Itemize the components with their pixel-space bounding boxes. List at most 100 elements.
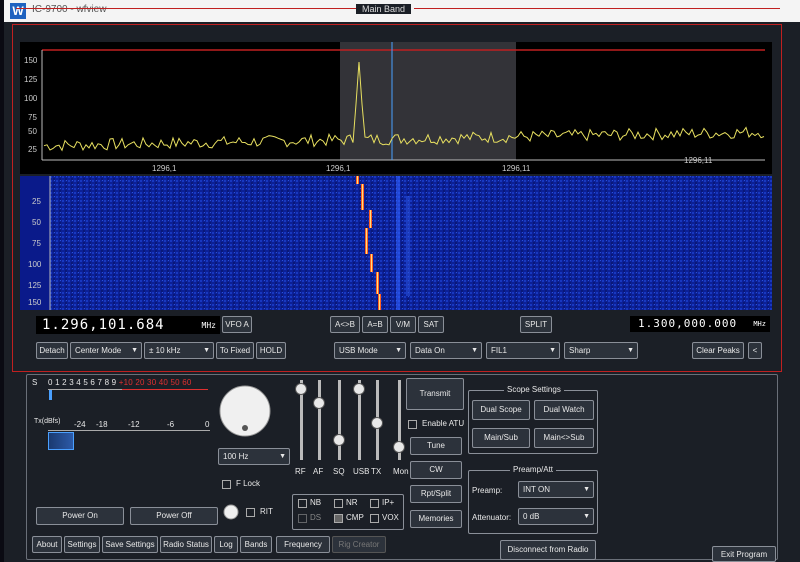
dual-watch-button[interactable]: Dual Watch: [534, 400, 594, 420]
center-mode-select[interactable]: Center Mode ▼: [70, 342, 142, 359]
rit-checkbox[interactable]: [246, 508, 255, 517]
slider-af[interactable]: [313, 397, 325, 409]
nb-checkbox[interactable]: [298, 499, 307, 508]
exit-program-button[interactable]: Exit Program: [712, 546, 776, 562]
tuning-step-select[interactable]: 100 Hz ▼: [218, 448, 290, 465]
y-tick: 75: [28, 113, 37, 122]
span-select[interactable]: ± 10 kHz ▼: [144, 342, 214, 359]
dual-scope-button[interactable]: Dual Scope: [472, 400, 530, 420]
window-title: IC-9700 - wfview: [32, 4, 107, 15]
vfo-memory-button[interactable]: V/M: [390, 316, 416, 333]
rpt-split-button[interactable]: Rpt/Split: [410, 485, 462, 503]
signal-core: [371, 254, 372, 272]
hold-button[interactable]: HOLD: [256, 342, 286, 359]
bands-button[interactable]: Bands: [240, 536, 272, 553]
log-button[interactable]: Log: [214, 536, 238, 553]
wf-y-tick: 150: [28, 298, 42, 307]
about-button[interactable]: About: [32, 536, 62, 553]
data-mode-select[interactable]: Data On ▼: [410, 342, 482, 359]
clear-peaks-button[interactable]: Clear Peaks: [692, 342, 744, 359]
nr-checkbox[interactable]: [334, 499, 343, 508]
ip-plus-checkbox[interactable]: [370, 499, 379, 508]
tx-meter-baseline: [48, 430, 210, 431]
sat-button[interactable]: SAT: [418, 316, 444, 333]
wf-y-tick: 100: [28, 260, 42, 269]
a-swap-b-button[interactable]: A<>B: [330, 316, 360, 333]
frequency-value: 1.296,101.684: [42, 317, 165, 333]
filter-select[interactable]: FIL1 ▼: [486, 342, 560, 359]
to-fixed-button[interactable]: To Fixed: [216, 342, 254, 359]
save-settings-button[interactable]: Save Settings: [102, 536, 158, 553]
cmp-checkbox[interactable]: [334, 514, 343, 523]
disconnect-button[interactable]: Disconnect from Radio: [500, 540, 596, 560]
slider-label-af: AF: [313, 467, 324, 476]
y-tick: 125: [24, 75, 38, 84]
waterfall-display[interactable]: [20, 176, 772, 310]
y-tick: 50: [28, 127, 37, 136]
frequency-unit: MHz: [201, 321, 216, 330]
filter-shape-select[interactable]: Sharp ▼: [564, 342, 638, 359]
sub-frequency-display[interactable]: 1.300,000.000 MHz: [630, 316, 770, 332]
slider-label-usb: USB: [353, 467, 370, 476]
cw-button[interactable]: CW: [410, 461, 462, 479]
f-lock-checkbox[interactable]: [222, 480, 231, 489]
signal-core: [370, 210, 371, 228]
enable-atu-checkbox[interactable]: [408, 420, 417, 429]
chevron-down-icon: ▼: [279, 453, 286, 460]
ds-label: DS: [310, 513, 322, 522]
settings-button[interactable]: Settings: [64, 536, 100, 553]
signal-core: [377, 272, 378, 294]
data-mode-value: Data On: [415, 346, 445, 355]
power-off-button[interactable]: Power Off: [130, 507, 218, 525]
attenuator-select[interactable]: 0 dB ▼: [518, 508, 594, 525]
rit-label: RIT: [260, 507, 273, 516]
main-swap-sub-button[interactable]: Main<>Sub: [534, 428, 594, 448]
passband-shade: [340, 42, 516, 160]
y-tick: 25: [28, 145, 37, 154]
tx-tick: 0: [205, 420, 210, 429]
filter-shape-value: Sharp: [569, 346, 591, 355]
x-tick: 1296,11: [684, 156, 713, 165]
chevron-down-icon: ▼: [549, 347, 556, 354]
scope-settings-title: Scope Settings: [504, 385, 564, 394]
main-sub-button[interactable]: Main/Sub: [472, 428, 530, 448]
vox-label: VOX: [382, 513, 399, 522]
nr-label: NR: [346, 498, 358, 507]
tuning-step-value: 100 Hz: [223, 452, 249, 461]
main-frequency-display[interactable]: 1.296,101.684 MHz: [36, 316, 220, 334]
x-tick: 1296,11: [502, 164, 531, 173]
rit-knob[interactable]: [222, 503, 240, 521]
x-tick: 1296,1: [152, 164, 177, 173]
ip-plus-label: IP+: [382, 498, 395, 507]
x-tick: 1296,1: [326, 164, 351, 173]
tx-tick: -12: [128, 420, 140, 429]
attenuator-label: Attenuator:: [472, 513, 512, 522]
memories-button[interactable]: Memories: [410, 510, 462, 528]
slider-label-sq: SQ: [333, 467, 345, 476]
enable-atu-label: Enable ATU: [422, 419, 465, 428]
filter-value: FIL1: [491, 346, 508, 355]
wf-y-tick: 75: [32, 239, 41, 248]
mode-select[interactable]: USB Mode ▼: [334, 342, 406, 359]
vox-checkbox[interactable]: [370, 514, 379, 523]
radio-status-button[interactable]: Radio Status: [160, 536, 212, 553]
ds-checkbox[interactable]: [298, 514, 307, 523]
tx-tick: -6: [167, 420, 175, 429]
power-on-button[interactable]: Power On: [36, 507, 124, 525]
signal-core: [357, 176, 358, 184]
collapse-button[interactable]: <: [748, 342, 762, 359]
preamp-value: INT ON: [523, 485, 550, 494]
vfo-a-button[interactable]: VFO A: [222, 316, 252, 333]
app-window: W IC-9700 - wfview Main Band 150 125 100…: [4, 0, 800, 562]
preamp-select[interactable]: INT ON ▼: [518, 481, 594, 498]
tuning-knob[interactable]: [218, 384, 272, 438]
split-button[interactable]: SPLIT: [520, 316, 552, 333]
rig-creator-button[interactable]: Rig Creator: [332, 536, 386, 553]
frequency-button[interactable]: Frequency: [276, 536, 330, 553]
spectrum-plot[interactable]: [20, 42, 772, 174]
a-equals-b-button[interactable]: A=B: [362, 316, 388, 333]
detach-button[interactable]: Detach: [36, 342, 68, 359]
transmit-button[interactable]: Transmit: [406, 378, 464, 410]
tune-button[interactable]: Tune: [410, 437, 462, 455]
waterfall-band: [406, 196, 410, 296]
